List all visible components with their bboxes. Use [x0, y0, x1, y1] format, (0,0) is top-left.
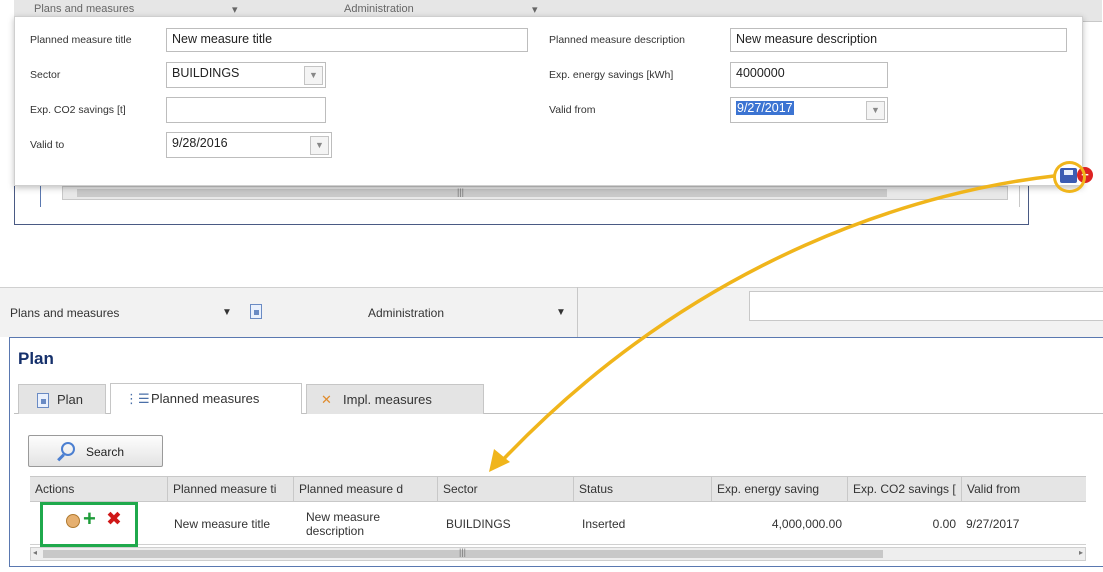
cell-co2: 0.00 [848, 503, 958, 545]
document-icon [37, 393, 49, 408]
cell-text: description [306, 524, 365, 538]
global-search-input[interactable] [749, 291, 1103, 321]
col-header-label: Status [579, 482, 614, 496]
col-header-label: Actions [35, 482, 75, 496]
chevron-down-icon[interactable]: ▼ [222, 307, 232, 318]
top-menu-caret[interactable]: ▾ [232, 3, 238, 16]
grid-horizontal-scrollbar[interactable]: ◂ ||| ▸ [30, 547, 1086, 561]
col-header-label: Planned measure d [299, 482, 404, 496]
tab-plan[interactable]: Plan [18, 384, 106, 414]
col-sector[interactable]: Sector [438, 476, 574, 502]
nav-menu-plans[interactable]: Plans and measures [10, 306, 119, 320]
col-title[interactable]: Planned measure ti [168, 476, 294, 502]
valid-from-label: Valid from [549, 104, 596, 116]
col-header-label: Sector [443, 482, 478, 496]
valid-from-value: 9/27/2017 [736, 101, 794, 115]
col-description[interactable]: Planned measure d [294, 476, 438, 502]
valid-to-value: 9/28/2016 [172, 136, 228, 150]
chevron-down-icon[interactable]: ▼ [304, 66, 323, 85]
cell-sector: BUILDINGS [444, 503, 574, 545]
cell-valid-from: 9/27/2017 [962, 503, 1082, 545]
col-co2[interactable]: Exp. CO2 savings [ [848, 476, 962, 502]
search-button[interactable]: Search [28, 435, 163, 467]
valid-to-select[interactable]: 9/28/2016 ▼ [166, 132, 332, 158]
description-field[interactable]: New measure description [730, 28, 1067, 52]
tab-planned-measures[interactable]: ⋮☰ Planned measures [110, 383, 302, 414]
save-highlight-circle [1053, 161, 1086, 193]
top-menu-plans[interactable]: Plans and measures [34, 3, 134, 15]
top-menu-administration[interactable]: Administration [344, 3, 414, 15]
cell-text: New measure [306, 510, 381, 524]
scroll-right-icon[interactable]: ▸ [1079, 548, 1083, 557]
scroll-thumb[interactable] [77, 189, 887, 197]
cell-text: 9/27/2017 [966, 517, 1020, 531]
scroll-left-icon[interactable]: ◂ [33, 548, 37, 557]
title-label: Planned measure title [30, 34, 132, 46]
cell-title: New measure title [172, 503, 294, 545]
co2-savings-field[interactable] [166, 97, 326, 123]
energy-savings-field[interactable]: 4000000 [730, 62, 888, 88]
tools-icon: ✕ [321, 392, 332, 407]
tab-label: Impl. measures [343, 392, 432, 407]
col-header-label: Valid from [967, 482, 1021, 496]
title-field[interactable]: New measure title [166, 28, 528, 52]
nav-menu-administration[interactable]: Administration [368, 306, 444, 320]
sector-value: BUILDINGS [172, 66, 240, 80]
cell-status: Inserted [580, 503, 710, 545]
energy-savings-label: Exp. energy savings [kWh] [549, 69, 674, 81]
cell-text: Inserted [582, 517, 626, 531]
chevron-down-icon[interactable]: ▼ [556, 307, 566, 318]
sector-select[interactable]: BUILDINGS ▼ [166, 62, 326, 88]
scroll-grip-icon: ||| [457, 187, 465, 197]
cell-text: BUILDINGS [446, 517, 511, 531]
actions-highlight-box [40, 502, 138, 547]
col-energy[interactable]: Exp. energy saving [712, 476, 848, 502]
tab-label: Plan [57, 392, 84, 407]
cell-energy: 4,000,000.00 [712, 503, 844, 545]
chevron-down-icon[interactable]: ▼ [866, 101, 885, 120]
search-button-label: Search [86, 445, 125, 459]
nav-divider [577, 287, 578, 337]
cell-description: New measure description [306, 503, 436, 545]
col-actions[interactable]: Actions [30, 476, 168, 502]
page-title: Plan [18, 349, 54, 368]
co2-savings-label: Exp. CO2 savings [t] [30, 104, 126, 116]
col-header-label: Planned measure ti [173, 482, 277, 496]
description-label: Planned measure description [549, 34, 685, 46]
col-status[interactable]: Status [574, 476, 712, 502]
col-valid-from[interactable]: Valid from [962, 476, 1086, 502]
cell-text: New measure title [174, 517, 271, 531]
col-header-label: Exp. energy saving [717, 482, 820, 496]
scroll-grip-icon: ||| [459, 547, 467, 557]
chevron-down-icon[interactable]: ▼ [310, 136, 329, 155]
col-header-label: Exp. CO2 savings [ [853, 482, 956, 496]
sector-label: Sector [30, 69, 61, 81]
tab-label: Planned measures [151, 391, 260, 406]
tab-impl-measures[interactable]: ✕ Impl. measures [306, 384, 484, 414]
top-menu-caret-2[interactable]: ▾ [532, 3, 538, 16]
cell-text: 4,000,000.00 [771, 517, 842, 531]
list-icon: ⋮☰ [125, 391, 150, 406]
document-icon[interactable] [250, 304, 262, 319]
search-icon-handle [57, 453, 65, 462]
cell-text: 0.00 [932, 517, 956, 531]
valid-to-label: Valid to [30, 139, 65, 151]
top-horizontal-scrollbar[interactable]: ||| [62, 186, 1008, 200]
valid-from-select[interactable]: 9/27/2017 ▼ [730, 97, 888, 123]
